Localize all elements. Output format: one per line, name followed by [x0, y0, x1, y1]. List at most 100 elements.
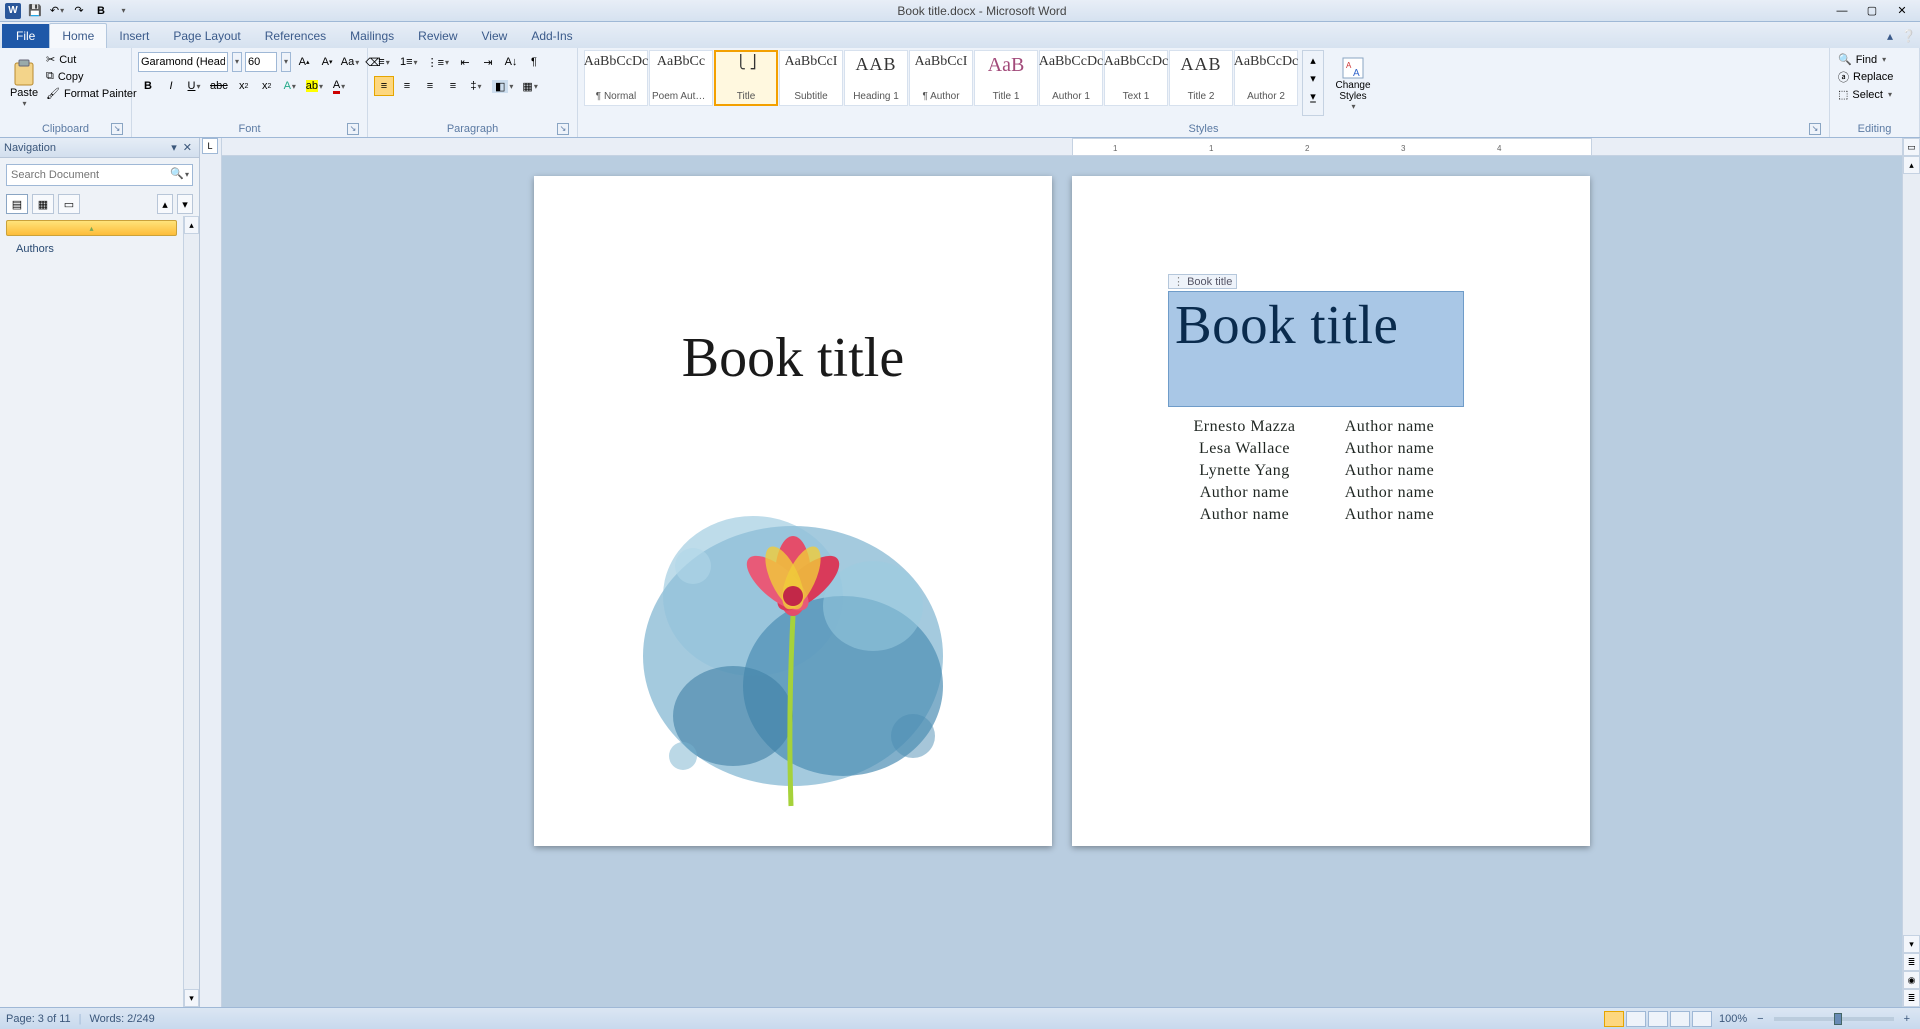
align-right-button[interactable]: ≡ [420, 76, 440, 96]
author-name[interactable]: Ernesto Mazza [1172, 416, 1317, 438]
vertical-scrollbar[interactable]: ▭ ▴ ▾ ≣ ◉ ≣ [1902, 138, 1920, 1007]
view-full-screen-button[interactable] [1626, 1011, 1646, 1027]
font-size-dropdown[interactable]: ▾ [281, 52, 291, 72]
underline-button[interactable]: U▾ [184, 76, 204, 96]
cut-button[interactable]: ✂Cut [44, 52, 139, 67]
qat-customize-button[interactable]: ▾ [114, 2, 132, 20]
view-outline-button[interactable] [1670, 1011, 1690, 1027]
ribbon-minimize-button[interactable]: ▴ [1883, 24, 1897, 48]
align-center-button[interactable]: ≡ [397, 76, 417, 96]
zoom-slider[interactable] [1774, 1017, 1894, 1021]
style--normal[interactable]: AaBbCcDc¶ Normal [584, 50, 648, 106]
qat-undo-button[interactable]: ↶▾ [48, 2, 66, 20]
zoom-in-button[interactable]: + [1900, 1013, 1914, 1025]
tab-home[interactable]: Home [49, 23, 107, 48]
view-web-layout-button[interactable] [1648, 1011, 1668, 1027]
author-name[interactable]: Author name [1317, 416, 1462, 438]
strikethrough-button[interactable]: abc [207, 76, 231, 96]
change-styles-button[interactable]: AA Change Styles▾ [1328, 50, 1378, 116]
qat-bold-button[interactable]: B [92, 2, 110, 20]
copy-button[interactable]: ⧉Copy [44, 69, 139, 84]
author-name[interactable]: Author name [1317, 438, 1462, 460]
tab-file[interactable]: File [2, 24, 49, 48]
tab-insert[interactable]: Insert [107, 24, 161, 48]
author-name[interactable]: Author name [1172, 504, 1317, 526]
close-button[interactable]: ✕ [1888, 2, 1916, 20]
author-name[interactable]: Lesa Wallace [1172, 438, 1317, 460]
styles-gallery[interactable]: AaBbCcDc¶ NormalAaBbCcPoem Auth…⎩ ⎦Title… [584, 50, 1298, 116]
tab-references[interactable]: References [253, 24, 338, 48]
status-page[interactable]: Page: 3 of 11 [6, 1013, 71, 1025]
view-draft-button[interactable] [1692, 1011, 1712, 1027]
shading-button[interactable]: ◧▾ [489, 76, 516, 96]
nav-search-input[interactable] [6, 164, 193, 186]
subscript-button[interactable]: x2 [234, 76, 254, 96]
author-name[interactable]: Author name [1317, 504, 1462, 526]
find-button[interactable]: 🔍Find▾ [1836, 52, 1913, 67]
nav-menu-button[interactable]: ▾ [168, 141, 180, 154]
document-scroll[interactable]: 11234 Book title [222, 138, 1902, 1007]
style-title-1[interactable]: AaBTitle 1 [974, 50, 1038, 106]
borders-button[interactable]: ▦▾ [519, 76, 540, 96]
tab-add-ins[interactable]: Add-Ins [519, 24, 584, 48]
content-control-tag[interactable]: ⋮ Book title [1168, 274, 1237, 289]
page-2[interactable]: ⋮ Book title Book title Ernesto MazzaLes… [1072, 176, 1590, 846]
styles-dialog-launcher[interactable]: ↘ [1809, 123, 1821, 135]
nav-next-button[interactable]: ▾ [177, 194, 193, 214]
zoom-out-button[interactable]: − [1753, 1013, 1767, 1025]
show-marks-button[interactable]: ¶ [524, 52, 544, 72]
title-content-control[interactable]: Book title [1168, 291, 1464, 407]
italic-button[interactable]: I [161, 76, 181, 96]
font-name-combo[interactable] [138, 52, 228, 72]
tab-page-layout[interactable]: Page Layout [161, 24, 252, 48]
author-name[interactable]: Lynette Yang [1172, 460, 1317, 482]
format-painter-button[interactable]: 🖌Format Painter [44, 86, 139, 101]
nav-tab-pages[interactable]: ▦ [32, 194, 54, 214]
nav-tab-results[interactable]: ▭ [58, 194, 80, 214]
style-title[interactable]: ⎩ ⎦Title [714, 50, 778, 106]
author-name[interactable]: Author name [1317, 482, 1462, 504]
font-dialog-launcher[interactable]: ↘ [347, 123, 359, 135]
gallery-expand[interactable]: ▾̲ [1303, 87, 1323, 105]
font-size-combo[interactable] [245, 52, 277, 72]
tab-stop-selector[interactable]: L [202, 138, 218, 154]
vertical-ruler[interactable]: L [200, 138, 222, 1007]
highlight-button[interactable]: ab▾ [303, 76, 326, 96]
align-left-button[interactable]: ≡ [374, 76, 394, 96]
bullets-button[interactable]: ≡▾ [374, 52, 394, 72]
decrease-indent-button[interactable]: ⇤ [455, 52, 475, 72]
text-effects-button[interactable]: A▾ [280, 76, 300, 96]
authors-block[interactable]: Ernesto MazzaLesa WallaceLynette YangAut… [1172, 416, 1462, 526]
cover-image[interactable] [613, 436, 973, 816]
gallery-scroll-up[interactable]: ▴ [1303, 51, 1323, 69]
paste-button[interactable]: Paste▾ [6, 50, 42, 116]
browse-object-button[interactable]: ◉ [1903, 971, 1920, 989]
page2-title-text[interactable]: Book title [1169, 292, 1463, 354]
tab-review[interactable]: Review [406, 24, 469, 48]
gallery-scroll-down[interactable]: ▾ [1303, 69, 1323, 87]
change-case-button[interactable]: Aa▾ [340, 52, 360, 72]
justify-button[interactable]: ≡ [443, 76, 463, 96]
browse-next-button[interactable]: ≣ [1903, 989, 1920, 1007]
maximize-button[interactable]: ▢ [1858, 2, 1886, 20]
increase-indent-button[interactable]: ⇥ [478, 52, 498, 72]
app-icon[interactable]: W [4, 2, 22, 20]
minimize-button[interactable]: — [1828, 2, 1856, 20]
nav-item-authors[interactable]: Authors [6, 240, 177, 258]
font-color-button[interactable]: A▾ [329, 76, 349, 96]
line-spacing-button[interactable]: ‡▾ [466, 76, 486, 96]
scroll-up-button[interactable]: ▴ [1903, 156, 1920, 174]
qat-save-button[interactable]: 💾 [26, 2, 44, 20]
grow-font-button[interactable]: A▴ [294, 52, 314, 72]
nav-prev-button[interactable]: ▴ [157, 194, 173, 214]
style--author[interactable]: AaBbCcI¶ Author [909, 50, 973, 106]
nav-scrollbar[interactable]: ▴▾ [183, 216, 199, 1007]
select-button[interactable]: ⬚Select▾ [1836, 87, 1913, 102]
search-icon[interactable]: 🔍▾ [170, 167, 189, 180]
style-author-1[interactable]: AaBbCcDcAuthor 1 [1039, 50, 1103, 106]
view-print-layout-button[interactable] [1604, 1011, 1624, 1027]
bold-button[interactable]: B [138, 76, 158, 96]
replace-button[interactable]: ⓐReplace [1836, 68, 1913, 86]
clipboard-dialog-launcher[interactable]: ↘ [111, 123, 123, 135]
shrink-font-button[interactable]: A▾ [317, 52, 337, 72]
